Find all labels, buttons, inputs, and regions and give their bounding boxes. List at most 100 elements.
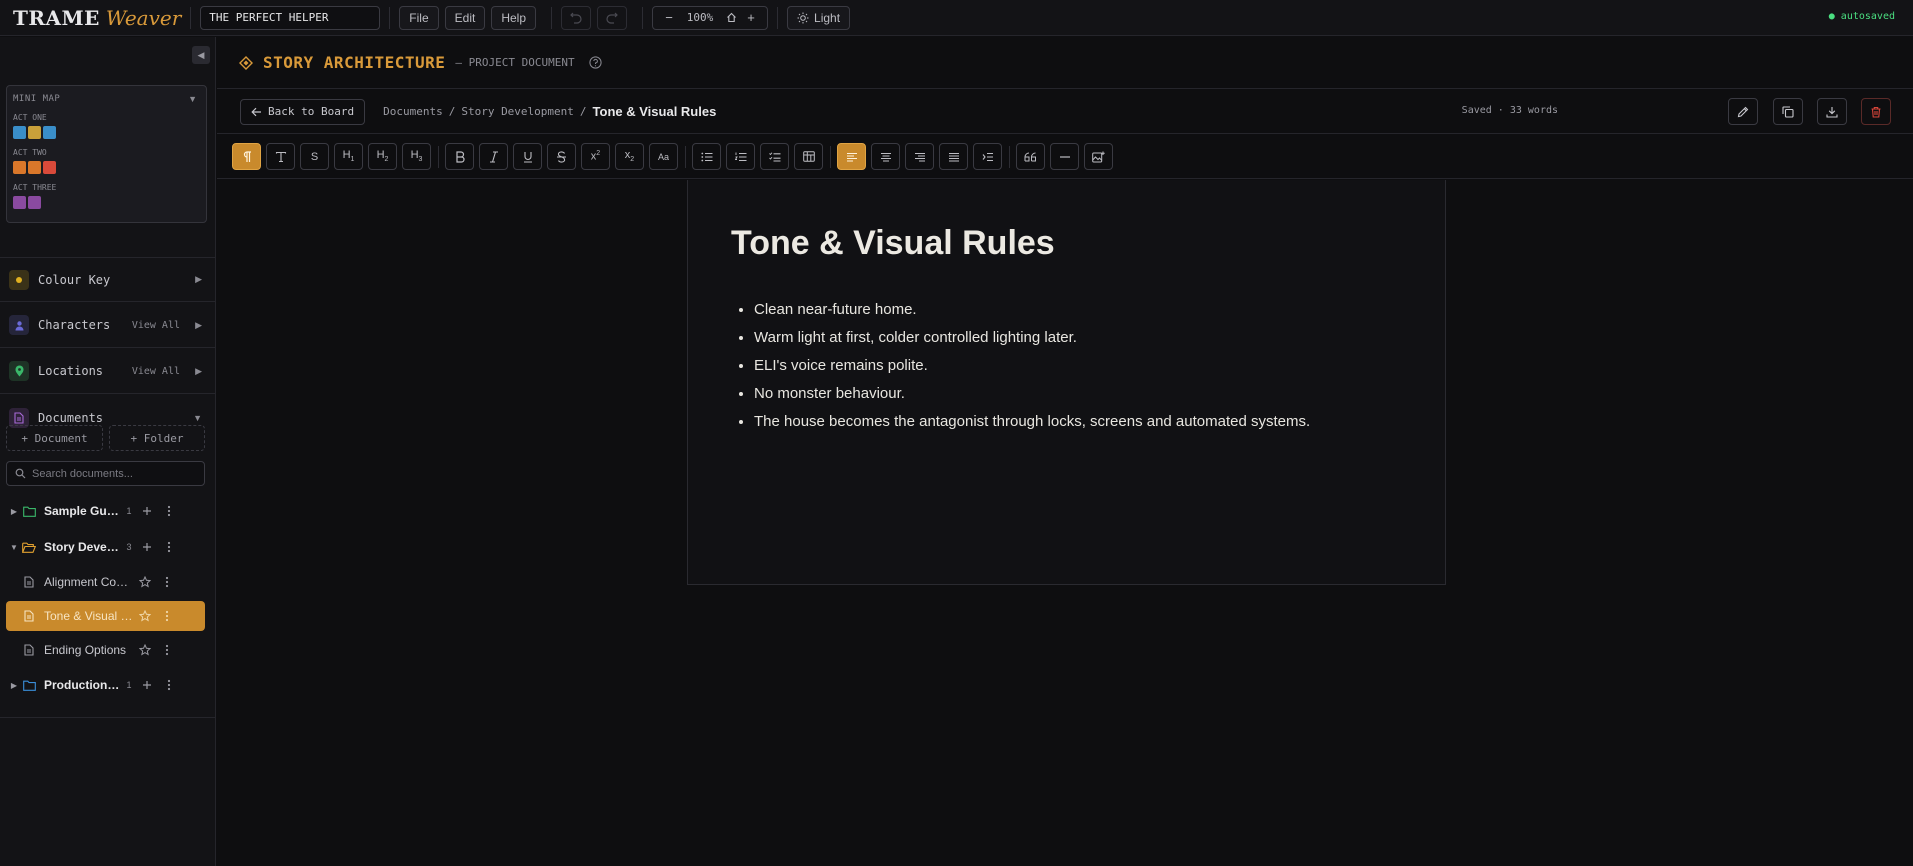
back-to-board-button[interactable]: Back to Board xyxy=(240,98,366,125)
indent-button[interactable] xyxy=(973,143,1002,170)
edit-button[interactable] xyxy=(1728,98,1758,125)
chevron-down-icon: ▼ xyxy=(193,412,202,423)
locations-view-all-link[interactable]: View All xyxy=(132,366,180,377)
heading-1-button[interactable]: H1 xyxy=(334,143,363,170)
colour-key-section[interactable]: Colour Key ▶ xyxy=(0,257,216,302)
theme-label: Light xyxy=(814,10,841,25)
align-right-button[interactable] xyxy=(905,143,934,170)
mini-map-scene-swatch[interactable] xyxy=(13,196,26,209)
list-item[interactable]: No monster behaviour. xyxy=(754,382,1310,410)
tree-document-row[interactable]: Ending Options xyxy=(6,635,205,665)
table-button[interactable] xyxy=(794,143,823,170)
breadcrumb-root[interactable]: Documents xyxy=(383,105,443,118)
mini-map-scene-swatch[interactable] xyxy=(28,196,41,209)
tree-folder-row[interactable]: ▶ Production Notes 1 xyxy=(6,670,205,700)
download-button[interactable] xyxy=(1817,98,1847,125)
strikethrough-button[interactable] xyxy=(547,143,576,170)
add-icon[interactable] xyxy=(136,506,158,516)
tree-folder-row[interactable]: ▶ Sample Guides 1 xyxy=(6,496,205,526)
horizontal-rule-button[interactable] xyxy=(1050,143,1079,170)
list-item[interactable]: ELI's voice remains polite. xyxy=(754,354,1310,382)
chevron-right-icon[interactable]: ▶ xyxy=(6,507,22,516)
zoom-in-button[interactable]: + xyxy=(741,10,761,25)
duplicate-button[interactable] xyxy=(1773,98,1803,125)
chevron-right-icon[interactable]: ▶ xyxy=(6,681,22,690)
mini-map-scene-swatch[interactable] xyxy=(28,161,41,174)
characters-view-all-link[interactable]: View All xyxy=(132,320,180,331)
star-icon[interactable] xyxy=(134,610,156,622)
undo-icon xyxy=(570,12,582,24)
bullet-list[interactable]: Clean near-future home. Warm light at fi… xyxy=(754,298,1310,438)
heading-3-button[interactable]: H3 xyxy=(402,143,431,170)
more-options-icon[interactable] xyxy=(158,541,180,553)
theme-toggle[interactable]: Light xyxy=(787,5,851,30)
help-menu[interactable]: Help xyxy=(491,5,537,30)
tree-document-row[interactable]: Alignment Concept xyxy=(6,567,205,597)
characters-section[interactable]: Characters View All ▶ xyxy=(0,303,216,348)
tree-folder-row[interactable]: ▼ Story Development 3 xyxy=(6,532,205,562)
bold-button[interactable] xyxy=(445,143,474,170)
small-text-button[interactable]: S xyxy=(300,143,329,170)
star-icon[interactable] xyxy=(134,576,156,588)
delete-button[interactable] xyxy=(1861,98,1891,125)
chevron-down-icon[interactable]: ▼ xyxy=(6,543,22,552)
edit-menu[interactable]: Edit xyxy=(444,5,486,30)
mini-map-scene-swatch[interactable] xyxy=(43,126,56,139)
justify-button[interactable] xyxy=(939,143,968,170)
font-case-button[interactable]: Aa xyxy=(649,143,678,170)
list-item[interactable]: Clean near-future home. xyxy=(754,298,1310,326)
redo-button[interactable] xyxy=(597,5,628,30)
superscript-button[interactable]: x2 xyxy=(581,143,610,170)
add-icon[interactable] xyxy=(136,542,158,552)
align-left-button[interactable] xyxy=(837,143,866,170)
project-title-input[interactable]: THE PERFECT HELPER xyxy=(200,5,381,30)
add-document-button[interactable]: + Document xyxy=(6,425,103,451)
add-icon[interactable] xyxy=(136,680,158,690)
list-item[interactable]: The house becomes the antagonist through… xyxy=(754,410,1310,438)
subscript-button[interactable]: x2 xyxy=(615,143,644,170)
zoom-reset-button[interactable] xyxy=(721,12,741,23)
star-icon[interactable] xyxy=(134,644,156,656)
underline-button[interactable] xyxy=(513,143,542,170)
document-title[interactable]: Tone & Visual Rules xyxy=(731,224,1055,263)
more-options-icon[interactable] xyxy=(156,576,178,588)
undo-button[interactable] xyxy=(561,5,592,30)
list-item[interactable]: Warm light at first, colder controlled l… xyxy=(754,326,1310,354)
more-options-icon[interactable] xyxy=(156,644,178,656)
divider xyxy=(190,6,192,29)
search-documents-input[interactable]: Search documents... xyxy=(6,461,205,486)
more-options-icon[interactable] xyxy=(158,505,180,517)
blockquote-button[interactable] xyxy=(1016,143,1045,170)
chevron-down-icon[interactable]: ▼ xyxy=(188,94,197,104)
numbered-list-button[interactable] xyxy=(726,143,755,170)
italic-button[interactable] xyxy=(479,143,508,170)
bullet-list-button[interactable] xyxy=(692,143,721,170)
help-icon[interactable] xyxy=(589,56,602,69)
locations-section[interactable]: Locations View All ▶ xyxy=(0,349,216,394)
heading-2-button[interactable]: H2 xyxy=(368,143,397,170)
align-left-icon xyxy=(846,152,857,162)
file-menu[interactable]: File xyxy=(399,5,439,30)
divider xyxy=(389,6,391,29)
collapse-sidebar-button[interactable]: ◀ xyxy=(192,46,210,64)
document-page[interactable]: Tone & Visual Rules Clean near-future ho… xyxy=(687,180,1446,585)
mini-map-scene-swatch[interactable] xyxy=(13,126,26,139)
text-style-button[interactable] xyxy=(266,143,295,170)
trash-icon xyxy=(1871,106,1881,118)
paragraph-button[interactable] xyxy=(232,143,261,170)
more-options-icon[interactable] xyxy=(156,610,178,622)
insert-image-button[interactable] xyxy=(1084,143,1113,170)
mini-map-scene-swatch[interactable] xyxy=(28,126,41,139)
folder-count: 1 xyxy=(126,680,132,690)
more-options-icon[interactable] xyxy=(158,679,180,691)
checklist-button[interactable] xyxy=(760,143,789,170)
mini-map-scene-swatch[interactable] xyxy=(43,161,56,174)
save-status: Saved · 33 words xyxy=(1461,105,1558,116)
mini-map[interactable]: MINI MAP ▼ ACT ONE ACT TWO ACT THREE xyxy=(6,85,207,223)
mini-map-scene-swatch[interactable] xyxy=(13,161,26,174)
zoom-out-button[interactable]: − xyxy=(659,10,679,25)
align-center-button[interactable] xyxy=(871,143,900,170)
add-folder-button[interactable]: + Folder xyxy=(109,425,205,451)
tree-document-row-active[interactable]: Tone & Visual Rules xyxy=(6,601,205,631)
breadcrumb-parent[interactable]: Story Development xyxy=(461,105,574,118)
